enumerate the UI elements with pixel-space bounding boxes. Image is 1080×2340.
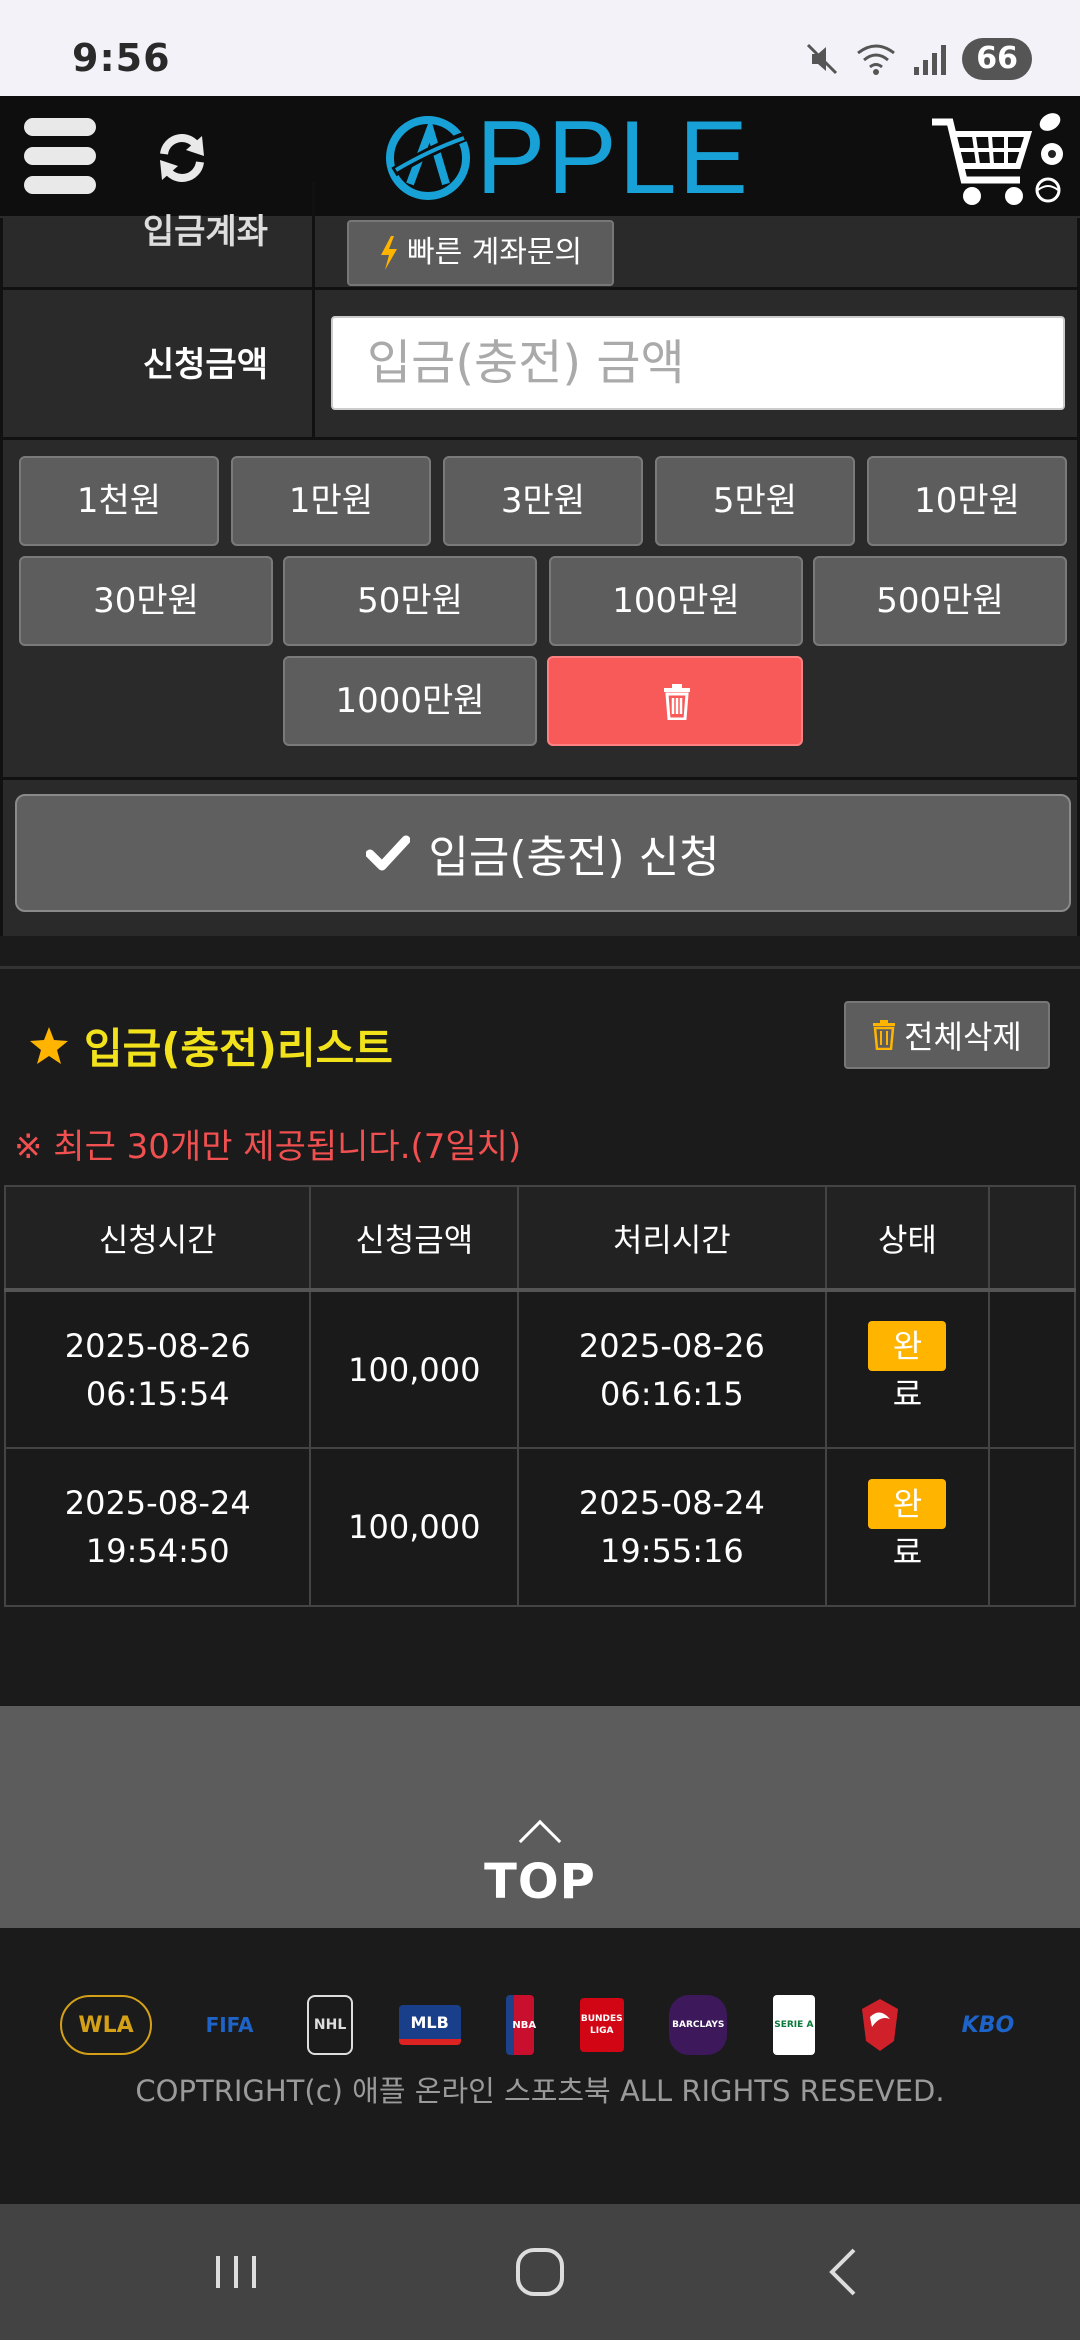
- table-row: 2025-08-26 06:15:54 100,000 2025-08-26 06:…: [3, 1289, 1076, 1449]
- app-logo[interactable]: PPLE: [380, 100, 750, 216]
- submit-deposit-button[interactable]: 입금(충전) 신청: [15, 794, 1071, 912]
- nhl-logo: NHL: [307, 1995, 354, 2055]
- request-clock: 19:54:50: [85, 1532, 230, 1570]
- process-date: 2025-08-24: [578, 1484, 765, 1522]
- account-label: 입금계좌: [3, 182, 315, 290]
- status-badge-tail: 료: [892, 1375, 923, 1413]
- kbo-logo: KBO: [961, 2012, 1015, 2038]
- status-bar: 9:56 66: [0, 0, 1080, 96]
- column-request-time: 신청시간: [3, 1185, 312, 1292]
- mlb-logo: MLB: [398, 2005, 461, 2045]
- nba-logo: NBA: [506, 1995, 536, 2055]
- deposit-list-section: 입금(충전)리스트 전체삭제 ※ 최근 30개만 제공됩니다.(7일치) 신청시…: [0, 966, 1080, 1706]
- serie-a-logo: SERIE A: [772, 1995, 815, 2055]
- signal-icon: [914, 45, 947, 75]
- amount-input[interactable]: [331, 316, 1065, 410]
- amount-button-1m[interactable]: 100만원: [549, 556, 803, 646]
- top-area: TOP: [0, 1706, 1080, 1928]
- amount-button-50k[interactable]: 5만원: [655, 456, 855, 546]
- column-process-time: 처리시간: [517, 1185, 827, 1292]
- bundesliga-logo: BUNDES LIGA: [579, 1998, 624, 2052]
- kleague-logo: [862, 1999, 899, 2051]
- recent-apps-icon[interactable]: [196, 2242, 276, 2302]
- status-icons: 66: [804, 36, 1032, 82]
- amount-button-10m[interactable]: 1000만원: [283, 656, 537, 746]
- deposit-table: 신청시간 신청금액 처리시간 상태 2025-08-26 06:15:54 100…: [3, 1185, 1076, 1607]
- process-time-cell: 2025-08-26 06:16:15: [517, 1289, 827, 1449]
- system-nav-bar: [0, 2204, 1080, 2340]
- status-badge-tail: 료: [892, 1532, 923, 1571]
- request-date: 2025-08-24: [64, 1484, 251, 1522]
- premier-league-logo: BARCLAYS: [669, 1995, 728, 2055]
- footer: WLA FIFA NHL MLB NBA BUNDES LIGA BARCLAY…: [0, 1928, 1080, 2204]
- request-date: 2025-08-26: [64, 1326, 251, 1365]
- process-time-cell: 2025-08-24 19:55:16: [517, 1447, 827, 1607]
- column-extra: [988, 1185, 1076, 1292]
- process-clock: 06:16:15: [600, 1374, 744, 1413]
- battery-indicator: 66: [962, 38, 1032, 80]
- amount-button-5m[interactable]: 500만원: [813, 556, 1067, 646]
- lightning-icon: [381, 236, 397, 270]
- home-icon[interactable]: [500, 2242, 580, 2302]
- request-amount-cell: 100,000: [309, 1289, 520, 1449]
- scroll-top-label: TOP: [484, 1854, 596, 1910]
- logo-a-icon: [386, 116, 470, 200]
- scroll-top-button[interactable]: TOP: [480, 1816, 600, 1910]
- process-date: 2025-08-26: [578, 1326, 765, 1365]
- list-notice: ※ 최근 30개만 제공됩니다.(7일치): [14, 1127, 522, 1167]
- amount-button-10k[interactable]: 1만원: [231, 456, 431, 546]
- fifa-logo: FIFA: [205, 2013, 254, 2037]
- amount-button-grid: 1천원 1만원 3만원 5만원 10만원 30만원 50만원 100만원 500…: [3, 440, 1080, 780]
- clear-amount-button[interactable]: [547, 656, 803, 746]
- column-request-amount: 신청금액: [309, 1185, 520, 1292]
- cart-icon[interactable]: [928, 104, 1068, 214]
- amount-label: 신청금액: [3, 290, 315, 440]
- copyright-text: COPTRIGHT(c) 애플 온라인 스포츠북 ALL RIGHTS RESE…: [135, 2074, 945, 2108]
- extra-cell: [988, 1289, 1076, 1449]
- request-time-cell: 2025-08-26 06:15:54: [3, 1289, 312, 1449]
- league-logos: WLA FIFA NHL MLB NBA BUNDES LIGA BARCLAY…: [60, 1990, 1030, 2060]
- trash-icon: [664, 684, 690, 720]
- wla-logo: WLA: [60, 1995, 152, 2055]
- extra-cell: [988, 1447, 1076, 1607]
- amount-button-500k[interactable]: 50만원: [283, 556, 537, 646]
- table-header-row: 신청시간 신청금액 처리시간 상태: [3, 1185, 1076, 1292]
- amount-button-30k[interactable]: 3만원: [443, 456, 643, 546]
- delete-all-label: 전체삭제: [904, 1018, 1022, 1056]
- process-clock: 19:55:16: [600, 1532, 744, 1570]
- amount-button-300k[interactable]: 30만원: [19, 556, 273, 646]
- delete-all-button[interactable]: 전체삭제: [844, 1001, 1050, 1069]
- amount-button-100k[interactable]: 10만원: [867, 456, 1067, 546]
- star-icon: [30, 1026, 68, 1064]
- amount-button-1k[interactable]: 1천원: [19, 456, 219, 546]
- list-title: 입금(충전)리스트: [28, 1015, 393, 1076]
- status-badge: 완: [868, 1321, 947, 1371]
- submit-deposit-label: 입금(충전) 신청: [428, 832, 720, 883]
- quick-inquiry-button[interactable]: 빠른 계좌문의: [347, 220, 615, 286]
- account-row: 입금계좌 빠른 계좌문의: [3, 182, 1080, 290]
- column-status: 상태: [824, 1185, 991, 1292]
- back-icon[interactable]: [804, 2242, 884, 2302]
- list-title-text: 입금(충전)리스트: [84, 1024, 393, 1073]
- check-icon: [366, 835, 411, 871]
- status-cell: 완료: [824, 1447, 991, 1607]
- status-cell: 완료: [824, 1289, 991, 1449]
- deposit-form: 입금계좌 빠른 계좌문의 신청금액 1천원 1만원 3만원 5만원 10만원 3…: [0, 182, 1080, 936]
- wifi-icon: [857, 44, 896, 75]
- mute-icon: [807, 43, 838, 75]
- request-clock: 06:15:54: [85, 1374, 230, 1413]
- refresh-icon[interactable]: [150, 126, 214, 190]
- table-row: 2025-08-24 19:54:50 100,000 2025-08-24 19:…: [3, 1447, 1076, 1607]
- status-time: 9:56: [72, 36, 171, 80]
- amount-row: 신청금액: [3, 290, 1080, 440]
- trash-icon: [873, 1020, 896, 1050]
- request-time-cell: 2025-08-24 19:54:50: [3, 1447, 312, 1607]
- request-amount-cell: 100,000: [309, 1447, 520, 1607]
- quick-inquiry-label: 빠른 계좌문의: [407, 235, 583, 270]
- status-badge: 완: [868, 1478, 947, 1529]
- logo-text: PPLE: [476, 100, 750, 216]
